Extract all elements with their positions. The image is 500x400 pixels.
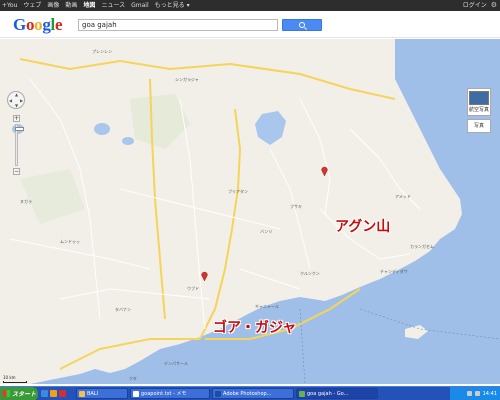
place-label: クタ [129,376,137,381]
place-label: ヌガラ [20,199,32,204]
task-bali[interactable]: BALI [76,388,128,399]
map-scale: 10 km [3,375,27,383]
folder-icon [79,390,85,397]
nav-link-maps[interactable]: 地図 [83,0,95,11]
task-browser[interactable]: goa gajah - Go... [296,388,378,399]
place-label: バンリ [260,229,273,234]
place-label: カランガセム [410,244,434,249]
ie-icon[interactable] [41,390,48,397]
top-nav-links: +You ウェブ 画像 動画 地図 ニュース Gmail もっと見る ▾ [2,0,190,11]
nav-link-videos[interactable]: 動画 [65,0,77,11]
place-label: クルンクン [300,271,320,276]
search-header: Google goa gajah [0,11,500,38]
quick-launch [38,390,74,397]
place-label: チャンディダサ [380,269,408,274]
top-nav-right: ログイン ⚙ [463,0,497,11]
place-label: デンパサール [164,361,188,366]
place-labels: デンパサール クタ ウブド ギャニャール バンリ ブサキ クルンクン アメッド … [0,39,500,384]
place-label: タバナン [115,307,131,312]
notepad-icon [133,390,139,397]
scale-text: 10 km [3,375,16,380]
scale-bar [3,381,27,383]
signin-link[interactable]: ログイン [463,0,487,11]
gear-icon[interactable]: ⚙ [491,0,497,11]
map-canvas[interactable]: ▲ ▼ ◀ ▶ + − 航空写真 写真 アグン山 ゴア・ガジャ デンパサール ク… [0,39,500,384]
system-tray: 14:41 [450,386,500,400]
media-icon[interactable] [59,390,66,397]
tray-icon[interactable] [466,391,472,396]
start-button[interactable]: スタート [0,386,38,400]
task-notepad[interactable]: goapoint.txt - メモ [130,388,210,399]
place-label: ギャニャール [255,304,279,309]
task-photoshop[interactable]: Adobe Photoshop... [212,388,294,399]
photoshop-icon [215,390,221,397]
nav-link-gmail[interactable]: Gmail [131,0,149,11]
windows-flag-icon [3,390,10,397]
nav-link-news[interactable]: ニュース [101,0,125,11]
place-label: ブリアタン [228,189,248,194]
google-top-bar: +You ウェブ 画像 動画 地図 ニュース Gmail もっと見る ▾ ログイ… [0,0,500,11]
start-label: スタート [12,391,37,398]
tray-clock: 14:41 [482,390,497,397]
folder-icon[interactable] [50,390,57,397]
windows-taskbar: スタート BALI goapoint.txt - メモ Adobe Photos… [0,386,500,400]
search-icon [299,22,305,28]
nav-link-more[interactable]: もっと見る ▾ [155,0,190,11]
place-label: プレンレン [92,49,112,54]
place-label: ムンドゥッ [60,239,80,244]
search-input[interactable]: goa gajah [78,19,278,31]
place-label: シンガラジャ [175,77,199,82]
google-logo[interactable]: Google [13,15,63,35]
nav-link-web[interactable]: ウェブ [23,0,41,11]
tray-icon[interactable] [474,391,480,396]
place-label: ウブド [187,286,199,291]
nav-link-you[interactable]: +You [2,0,17,11]
browser-icon [299,390,305,397]
nav-link-images[interactable]: 画像 [47,0,59,11]
search-button[interactable] [282,19,322,31]
place-label: ブサキ [290,204,302,209]
place-label: アメッド [395,194,411,199]
